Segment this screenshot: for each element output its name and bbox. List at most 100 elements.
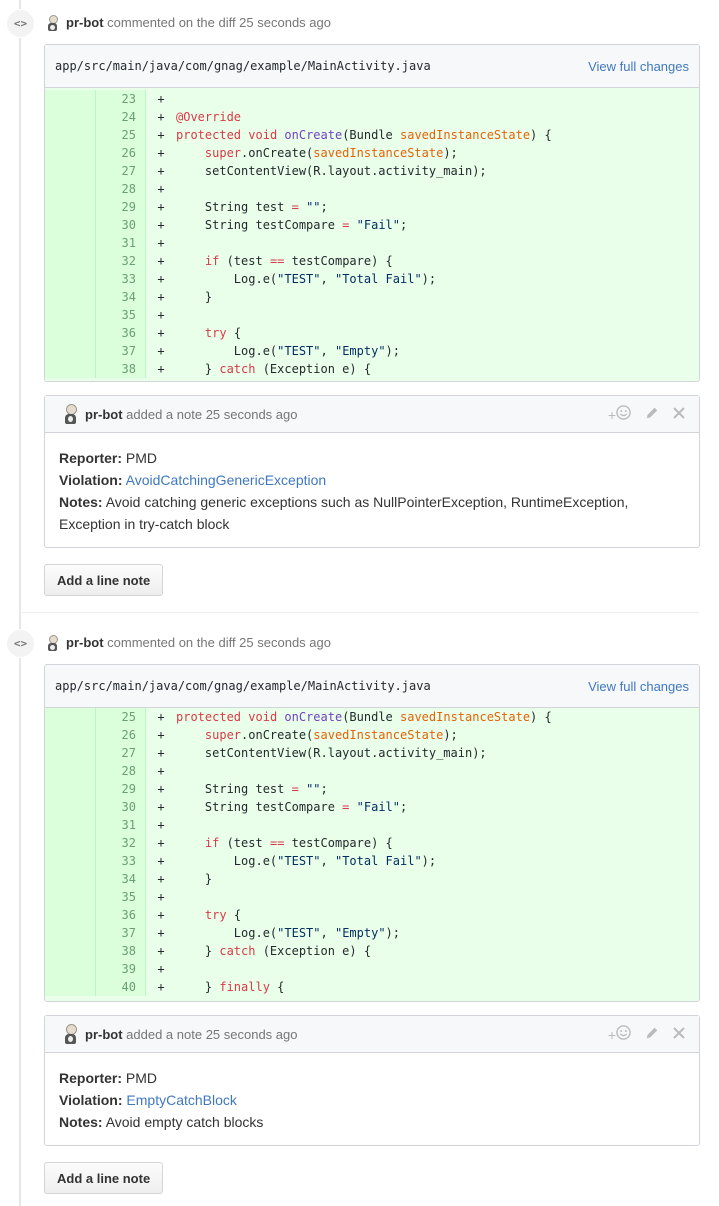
diff-line[interactable]: 25 + protected void onCreate(Bundle savedI… [45, 708, 699, 726]
avatar[interactable] [46, 635, 60, 651]
diff-line[interactable]: 29 + String test = ""; [45, 198, 699, 216]
add-line-note-button[interactable]: Add a line note [44, 564, 164, 596]
note-author[interactable]: pr-bot [85, 407, 123, 422]
close-icon[interactable] [673, 406, 685, 422]
old-line-number[interactable] [45, 780, 96, 798]
new-line-number[interactable]: 36 [96, 906, 146, 924]
new-line-number[interactable]: 33 [96, 852, 146, 870]
diff-line[interactable]: 34 + } [45, 870, 699, 888]
diff-line[interactable]: 35 + [45, 888, 699, 906]
new-line-number[interactable]: 27 [96, 744, 146, 762]
new-line-number[interactable]: 26 [96, 726, 146, 744]
new-line-number[interactable]: 28 [96, 180, 146, 198]
old-line-number[interactable] [45, 798, 96, 816]
old-line-number[interactable] [45, 306, 96, 324]
old-line-number[interactable] [45, 888, 96, 906]
new-line-number[interactable]: 29 [96, 780, 146, 798]
old-line-number[interactable] [45, 288, 96, 306]
new-line-number[interactable]: 38 [96, 360, 146, 378]
avatar[interactable] [46, 15, 60, 31]
diff-line[interactable]: 26 + super.onCreate(savedInstanceState); [45, 144, 699, 162]
diff-line[interactable]: 36 + try { [45, 906, 699, 924]
view-full-changes-link[interactable]: View full changes [588, 679, 689, 694]
add-reaction-icon[interactable]: + [608, 405, 631, 423]
new-line-number[interactable]: 28 [96, 762, 146, 780]
diff-line[interactable]: 27 + setContentView(R.layout.activity_mai… [45, 744, 699, 762]
old-line-number[interactable] [45, 708, 96, 726]
diff-line[interactable]: 39 + [45, 960, 699, 978]
new-line-number[interactable]: 31 [96, 234, 146, 252]
new-line-number[interactable]: 27 [96, 162, 146, 180]
old-line-number[interactable] [45, 960, 96, 978]
diff-line[interactable]: 33 + Log.e("TEST", "Total Fail"); [45, 270, 699, 288]
close-icon[interactable] [673, 1026, 685, 1042]
diff-line[interactable]: 37 + Log.e("TEST", "Empty"); [45, 342, 699, 360]
new-line-number[interactable]: 30 [96, 216, 146, 234]
pencil-icon[interactable] [645, 406, 659, 423]
diff-line[interactable]: 36 + try { [45, 324, 699, 342]
diff-line[interactable]: 30 + String testCompare = "Fail"; [45, 216, 699, 234]
diff-line[interactable]: 23 + [45, 90, 699, 108]
new-line-number[interactable]: 39 [96, 960, 146, 978]
new-line-number[interactable]: 35 [96, 306, 146, 324]
new-line-number[interactable]: 38 [96, 942, 146, 960]
view-full-changes-link[interactable]: View full changes [588, 59, 689, 74]
old-line-number[interactable] [45, 726, 96, 744]
new-line-number[interactable]: 37 [96, 924, 146, 942]
new-line-number[interactable]: 35 [96, 888, 146, 906]
pencil-icon[interactable] [645, 1026, 659, 1043]
new-line-number[interactable]: 26 [96, 144, 146, 162]
diff-line[interactable]: 31 + [45, 816, 699, 834]
old-line-number[interactable] [45, 360, 96, 378]
old-line-number[interactable] [45, 924, 96, 942]
diff-line[interactable]: 32 + if (test == testCompare) { [45, 834, 699, 852]
avatar[interactable] [63, 1024, 79, 1044]
diff-line[interactable]: 35 + [45, 306, 699, 324]
old-line-number[interactable] [45, 162, 96, 180]
diff-line[interactable]: 34 + } [45, 288, 699, 306]
new-line-number[interactable]: 33 [96, 270, 146, 288]
new-line-number[interactable]: 25 [96, 708, 146, 726]
new-line-number[interactable]: 32 [96, 252, 146, 270]
author-link[interactable]: pr-bot [66, 13, 104, 33]
diff-line[interactable]: 28 + [45, 762, 699, 780]
new-line-number[interactable]: 25 [96, 126, 146, 144]
old-line-number[interactable] [45, 108, 96, 126]
old-line-number[interactable] [45, 126, 96, 144]
violation-link[interactable]: AvoidCatchingGenericException [126, 472, 327, 488]
new-line-number[interactable]: 36 [96, 324, 146, 342]
diff-line[interactable]: 30 + String testCompare = "Fail"; [45, 798, 699, 816]
new-line-number[interactable]: 29 [96, 198, 146, 216]
new-line-number[interactable]: 37 [96, 342, 146, 360]
note-author[interactable]: pr-bot [85, 1027, 123, 1042]
diff-line[interactable]: 31 + [45, 234, 699, 252]
old-line-number[interactable] [45, 324, 96, 342]
old-line-number[interactable] [45, 906, 96, 924]
new-line-number[interactable]: 32 [96, 834, 146, 852]
diff-line[interactable]: 24 + @Override [45, 108, 699, 126]
old-line-number[interactable] [45, 870, 96, 888]
old-line-number[interactable] [45, 252, 96, 270]
old-line-number[interactable] [45, 342, 96, 360]
diff-line[interactable]: 26 + super.onCreate(savedInstanceState); [45, 726, 699, 744]
diff-line[interactable]: 32 + if (test == testCompare) { [45, 252, 699, 270]
old-line-number[interactable] [45, 942, 96, 960]
author-link[interactable]: pr-bot [66, 633, 104, 653]
old-line-number[interactable] [45, 744, 96, 762]
diff-line[interactable]: 37 + Log.e("TEST", "Empty"); [45, 924, 699, 942]
new-line-number[interactable]: 23 [96, 90, 146, 108]
new-line-number[interactable]: 24 [96, 108, 146, 126]
old-line-number[interactable] [45, 834, 96, 852]
add-reaction-icon[interactable]: + [608, 1025, 631, 1043]
new-line-number[interactable]: 34 [96, 288, 146, 306]
old-line-number[interactable] [45, 144, 96, 162]
diff-line[interactable]: 40 + } finally { [45, 978, 699, 996]
diff-line[interactable]: 38 + } catch (Exception e) { [45, 360, 699, 378]
diff-line[interactable]: 25 + protected void onCreate(Bundle savedI… [45, 126, 699, 144]
diff-line[interactable]: 29 + String test = ""; [45, 780, 699, 798]
old-line-number[interactable] [45, 234, 96, 252]
diff-line[interactable]: 33 + Log.e("TEST", "Total Fail"); [45, 852, 699, 870]
add-line-note-button[interactable]: Add a line note [44, 1162, 164, 1194]
old-line-number[interactable] [45, 270, 96, 288]
old-line-number[interactable] [45, 198, 96, 216]
